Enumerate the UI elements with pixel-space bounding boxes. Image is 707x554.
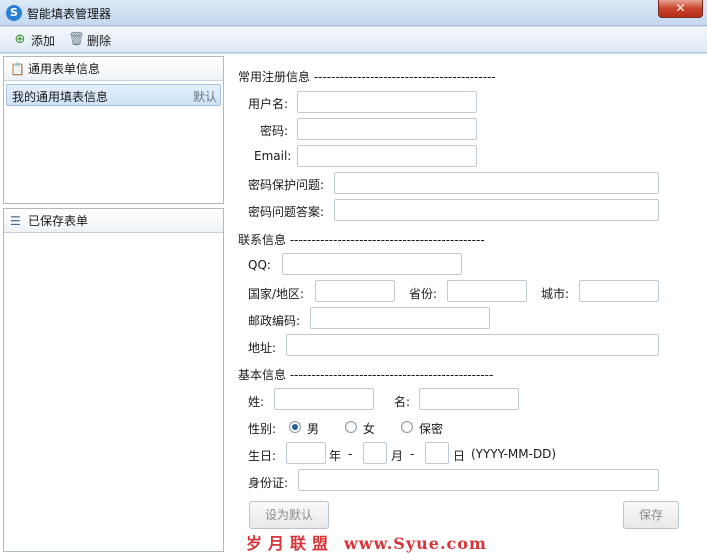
title-bar: S 智能填表管理器 ✕ [0,0,707,26]
section-basic: 基本信息 -----------------------------------… [238,368,494,382]
postcode-label: 邮政编码: [248,314,301,328]
country-field[interactable] [315,280,395,302]
main-frame: 📋 通用表单信息 我的通用填表信息 默认 ☰ 已保存表单 常用注册信息 ----… [0,54,707,554]
lastname-field[interactable] [274,388,374,410]
security-question-field[interactable] [334,172,659,194]
app-logo-icon: S [6,5,22,21]
set-default-button[interactable]: 设为默认 [249,501,329,529]
firstname-label: 名: [394,395,411,409]
qq-field[interactable] [282,253,462,275]
delete-button[interactable]: 🗑 删除 [68,30,111,50]
default-tag: 默认 [192,90,217,104]
window-title: 智能填表管理器 [27,7,112,21]
province-label: 省份: [409,287,438,301]
gender-female-label[interactable]: 女 [363,420,375,437]
email-field[interactable] [297,145,477,167]
gender-male-label[interactable]: 男 [307,420,319,437]
saved-forms-header: ☰ 已保存表单 [4,209,223,233]
username-label: 用户名: [248,97,289,111]
gender-secret-label[interactable]: 保密 [419,420,443,437]
id-field[interactable] [298,469,659,491]
username-field[interactable] [297,91,477,113]
gender-secret-radio[interactable] [401,421,413,433]
gender-label: 性别: [248,422,277,436]
gender-male-radio[interactable] [289,421,301,433]
month-label: 月 [391,449,404,463]
day-label: 日 [453,449,466,463]
security-question-label: 密码保护问题: [248,178,325,192]
birth-month-field[interactable] [363,442,387,464]
dash-2: - [410,447,415,461]
clipboard-icon: 📋 [10,61,25,76]
watermark-url: www.Syue.com [344,534,487,553]
trash-icon: 🗑 [68,32,85,47]
birth-day-field[interactable] [425,442,449,464]
security-answer-field[interactable] [334,199,659,221]
birthday-label: 生日: [248,449,277,463]
password-field[interactable] [297,118,477,140]
year-label: 年 [329,449,342,463]
add-button[interactable]: ⊕ 添加 [12,30,55,50]
watermark-text: 岁月联盟 [246,534,335,553]
qq-label: QQ: [248,258,271,272]
city-label: 城市: [541,287,570,301]
general-forms-header: 📋 通用表单信息 [4,57,223,81]
postcode-field[interactable] [310,307,490,329]
address-label: 地址: [248,341,277,355]
save-button[interactable]: 保存 [623,501,679,529]
email-label: Email: [254,149,292,163]
saved-forms-title: 已保存表单 [28,214,89,228]
left-pane: 📋 通用表单信息 我的通用填表信息 默认 ☰ 已保存表单 [3,56,224,552]
form-pane: 常用注册信息 ---------------------------------… [228,56,704,552]
date-format-hint: (YYYY-MM-DD) [471,447,557,461]
list-item-general-info[interactable]: 我的通用填表信息 默认 [6,84,221,106]
delete-button-label: 删除 [87,33,112,48]
password-label: 密码: [260,124,289,138]
toolbar: ⊕ 添加 🗑 删除 [0,27,707,53]
address-field[interactable] [286,334,659,356]
general-forms-title: 通用表单信息 [28,62,101,76]
add-button-label: 添加 [31,33,56,48]
security-answer-label: 密码问题答案: [248,205,325,219]
city-field[interactable] [579,280,659,302]
dash-1: - [348,447,353,461]
saved-forms-panel: ☰ 已保存表单 [3,208,224,552]
lastname-label: 姓: [248,395,265,409]
country-label: 国家/地区: [248,287,305,301]
close-button[interactable]: ✕ [658,0,703,18]
province-field[interactable] [447,280,527,302]
list-icon: ☰ [10,213,21,228]
section-register: 常用注册信息 ---------------------------------… [238,70,496,84]
watermark: 岁月联盟 www.Syue.com [246,530,487,554]
add-document-icon: ⊕ [14,32,26,47]
list-item-name: 我的通用填表信息 [12,90,109,104]
id-label: 身份证: [248,476,289,490]
gender-female-radio[interactable] [345,421,357,433]
birth-year-field[interactable] [286,442,326,464]
firstname-field[interactable] [419,388,519,410]
general-forms-panel: 📋 通用表单信息 我的通用填表信息 默认 [3,56,224,204]
section-contact: 联系信息 -----------------------------------… [238,233,485,247]
